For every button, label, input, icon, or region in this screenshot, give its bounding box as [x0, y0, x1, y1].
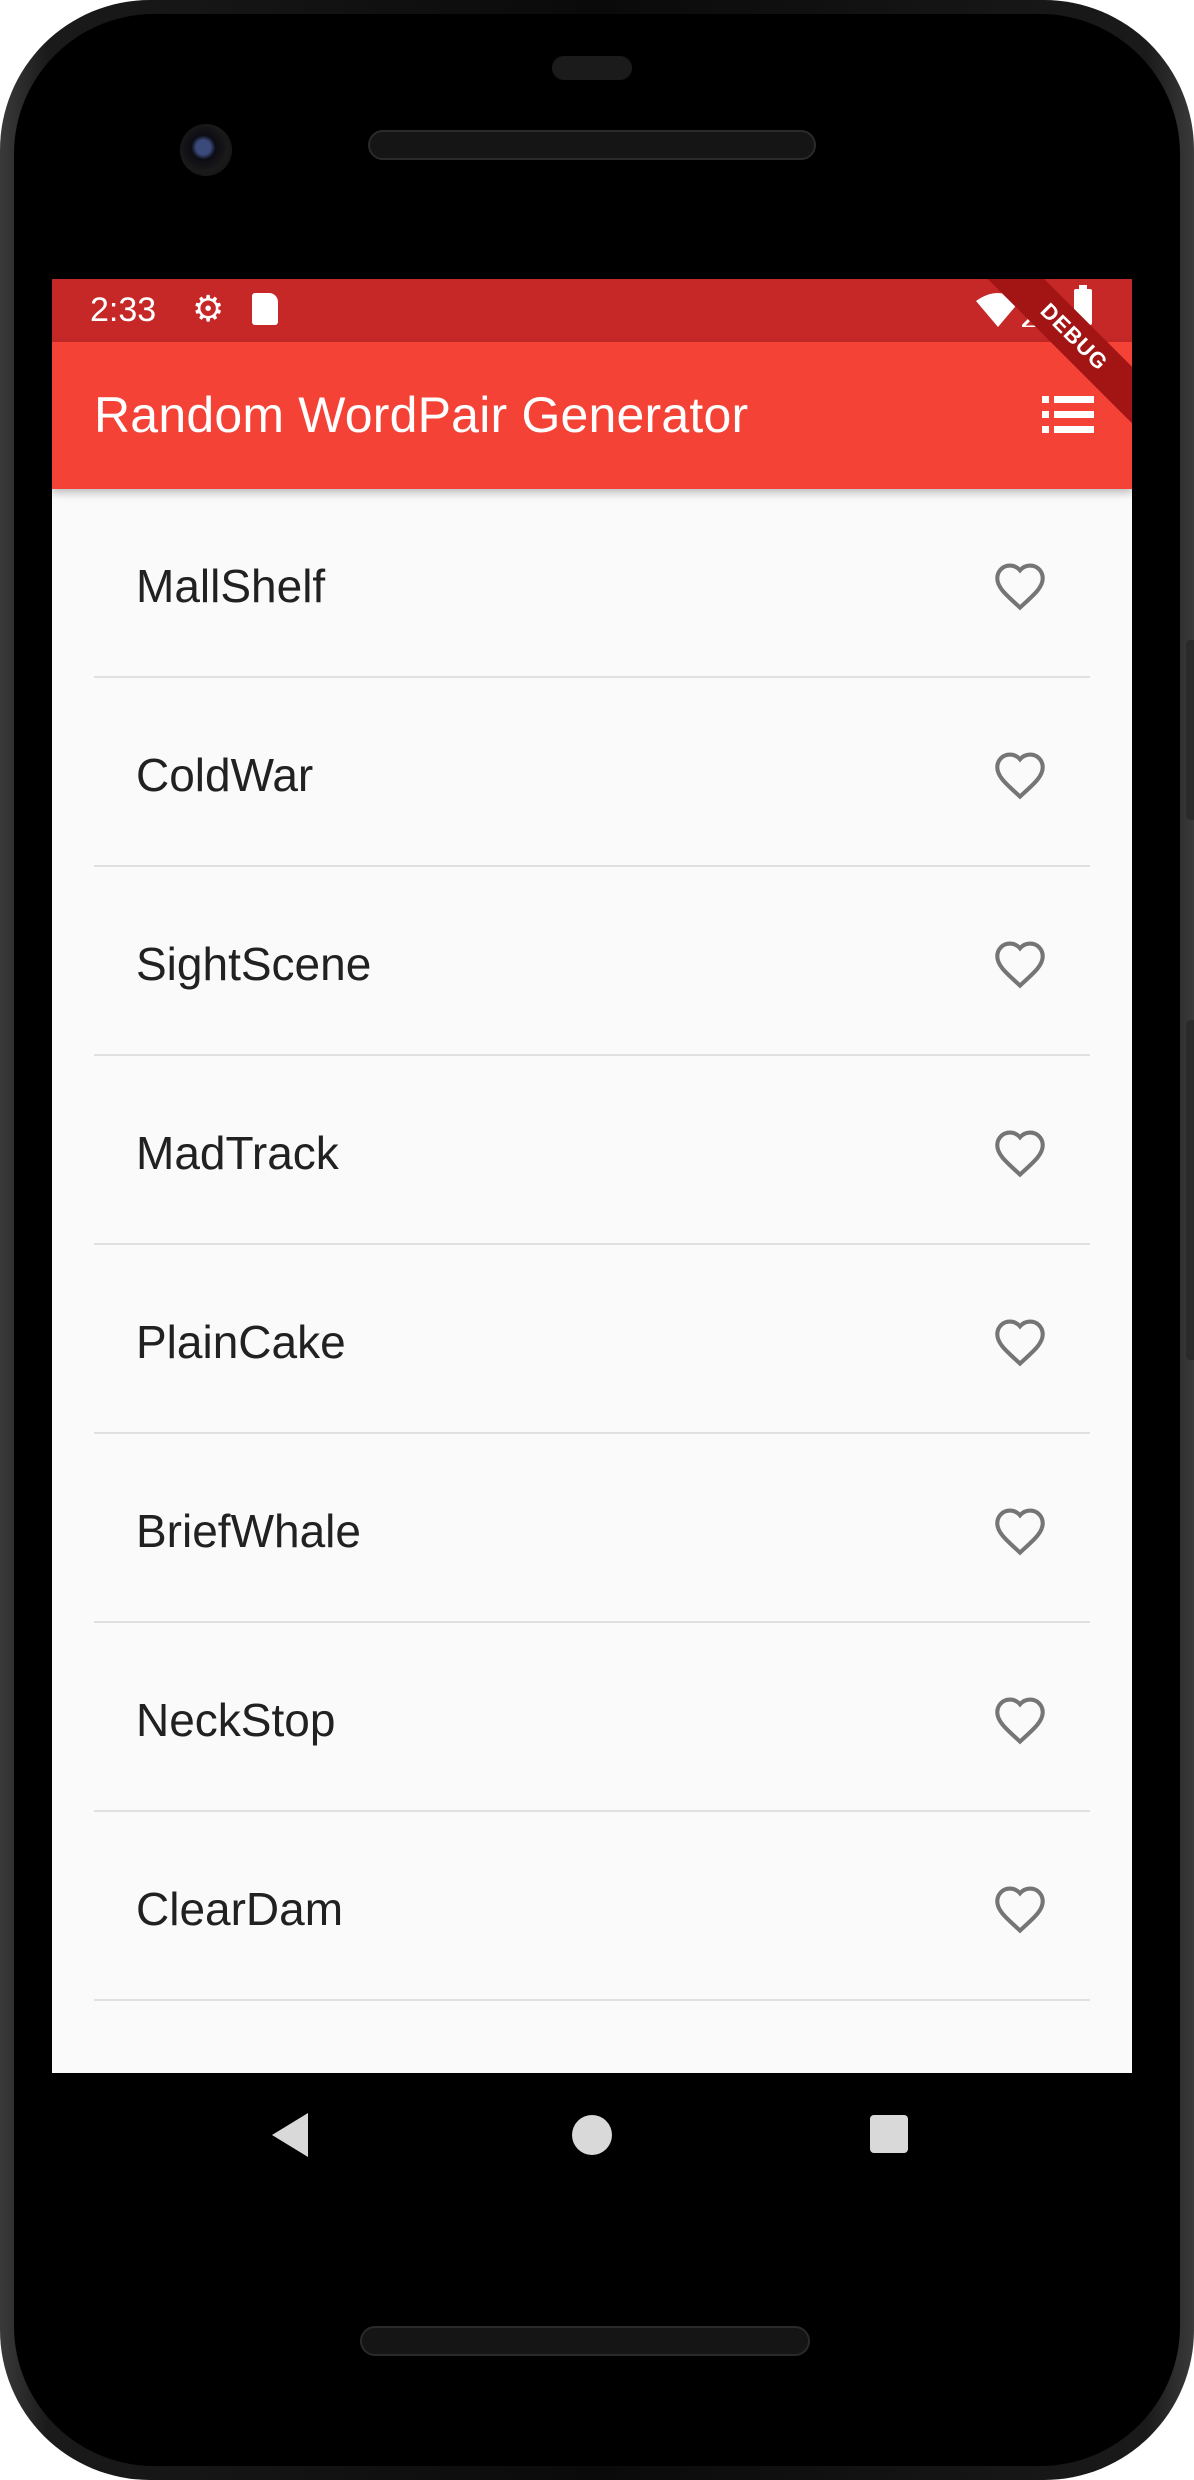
- earpiece-speaker: [368, 130, 816, 160]
- bottom-speaker: [360, 2326, 810, 2356]
- list-item[interactable]: NeckStop: [94, 1623, 1090, 1812]
- list-item[interactable]: BriefWhale: [94, 1434, 1090, 1623]
- volume-button: [1186, 1020, 1194, 1360]
- sd-card-icon: [252, 293, 278, 325]
- favorite-border-icon[interactable]: [992, 1506, 1048, 1556]
- gear-icon: ⚙: [192, 288, 225, 329]
- list-item[interactable]: MallShelf: [94, 489, 1090, 678]
- word-pair-label: SightScene: [136, 938, 372, 990]
- word-pair-label: BriefWhale: [136, 1505, 361, 1557]
- navigation-bar: [52, 2073, 1132, 2199]
- favorite-border-icon[interactable]: [992, 939, 1048, 989]
- list-item[interactable]: ClearDam: [94, 1812, 1090, 2001]
- favorite-border-icon[interactable]: [992, 1128, 1048, 1178]
- word-pair-list[interactable]: MallShelf ColdWar SightScene MadTrack Pl…: [94, 489, 1090, 2001]
- list-item[interactable]: ColdWar: [94, 678, 1090, 867]
- favorite-border-icon[interactable]: [992, 561, 1048, 611]
- back-icon[interactable]: [272, 2113, 308, 2157]
- word-pair-label: NeckStop: [136, 1694, 336, 1746]
- word-pair-label: ColdWar: [136, 749, 314, 801]
- status-time: 2:33: [90, 291, 157, 329]
- sensor-slot: [552, 56, 632, 80]
- word-pair-label: ClearDam: [136, 1883, 344, 1935]
- app-title: Random WordPair Generator: [94, 387, 749, 443]
- phone-frame: 2:33 ⚙ Random WordPair Generator DEBUG M…: [0, 0, 1194, 2480]
- saved-list-button[interactable]: [1042, 392, 1096, 438]
- screen: 2:33 ⚙ Random WordPair Generator DEBUG M…: [52, 279, 1132, 2073]
- list-item[interactable]: MadTrack: [94, 1056, 1090, 1245]
- app-bar: Random WordPair Generator: [52, 342, 1132, 489]
- list-item[interactable]: PlainCake: [94, 1245, 1090, 1434]
- favorite-border-icon[interactable]: [992, 750, 1048, 800]
- favorite-border-icon[interactable]: [992, 1695, 1048, 1745]
- word-pair-label: MallShelf: [136, 560, 326, 612]
- list-item[interactable]: SightScene: [94, 867, 1090, 1056]
- favorite-border-icon[interactable]: [992, 1317, 1048, 1367]
- word-pair-label: MadTrack: [136, 1127, 339, 1179]
- front-camera: [180, 124, 232, 176]
- recents-icon[interactable]: [870, 2115, 908, 2153]
- status-bar: 2:33 ⚙: [52, 279, 1132, 342]
- home-icon[interactable]: [572, 2115, 612, 2155]
- word-pair-label: PlainCake: [136, 1316, 346, 1368]
- power-button: [1186, 640, 1194, 820]
- favorite-border-icon[interactable]: [992, 1884, 1048, 1934]
